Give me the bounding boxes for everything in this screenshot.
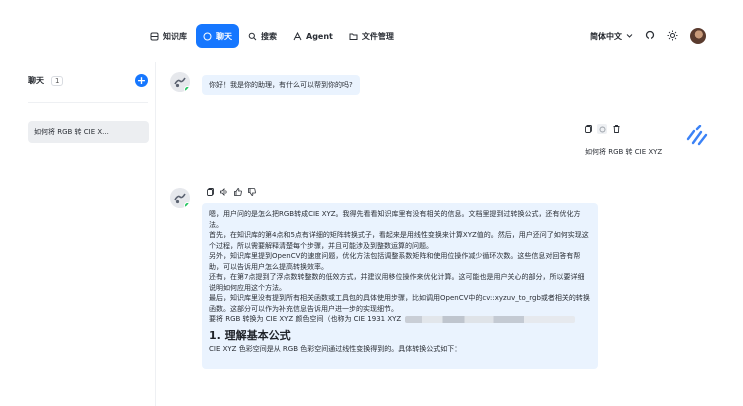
chat-sidebar: 聊天 1 + 如何将 RGB 转 CIE X... <box>0 62 156 406</box>
assistant-avatar <box>170 188 190 208</box>
theme-toggle-sun-icon[interactable] <box>667 30 678 43</box>
thumbs-down-icon[interactable] <box>247 187 257 197</box>
answer-paragraph: 另外，知识库里提到OpenCV的速度问题，优化方法包括调整系数矩阵和使用位操作减… <box>209 252 581 271</box>
thumbs-up-icon[interactable] <box>233 187 243 197</box>
copy-icon[interactable] <box>583 124 593 134</box>
answer-paragraph: 嗯，用户问的是怎么把RGB转成CIE XYZ。我得先看看知识库里有没有相关的信息… <box>209 210 581 229</box>
header-tools: 简体中文 <box>590 28 706 44</box>
assistant-greeting-message: 你好！我是你的助理，有什么可以帮到你的吗? <box>202 75 360 95</box>
agent-icon <box>293 31 302 41</box>
tab-search[interactable]: 搜索 <box>241 24 284 48</box>
answer-intro-line: 要将 RGB 转换为 CIE XYZ 颜色空间（也称为 CIE 1931 XYZ <box>209 314 591 325</box>
user-message-text: 如何将 RGB 转 CIE XYZ <box>585 148 663 156</box>
database-icon <box>150 32 159 41</box>
tab-label: 聊天 <box>216 31 232 41</box>
delete-icon[interactable] <box>611 124 621 134</box>
tab-label: 文件管理 <box>361 31 394 41</box>
online-status-dot <box>184 202 190 208</box>
tab-label: 搜索 <box>261 31 277 41</box>
github-icon[interactable] <box>645 30 655 42</box>
tab-label: 知识库 <box>163 31 187 41</box>
sidebar-header: 聊天 1 <box>28 75 64 86</box>
copy-icon[interactable] <box>205 187 215 197</box>
conversation-count-badge: 1 <box>51 75 64 86</box>
language-selector[interactable]: 简体中文 <box>590 31 633 42</box>
tab-agent[interactable]: Agent <box>286 24 340 48</box>
sidebar-item-conversation[interactable]: 如何将 RGB 转 CIE X... <box>28 121 149 143</box>
plus-icon: + <box>136 74 147 87</box>
tab-label: Agent <box>306 31 333 41</box>
answer-intro-text: 要将 RGB 转换为 CIE XYZ 颜色空间（也称为 CIE 1931 XYZ <box>209 315 402 323</box>
top-navigation: 知识库 聊天 搜索 Agent 文件管理 简体中文 <box>0 20 743 52</box>
search-icon <box>248 32 257 41</box>
user-avatar[interactable] <box>690 28 706 44</box>
assistant-avatar <box>170 72 190 92</box>
regenerate-icon[interactable] <box>597 124 607 134</box>
sidebar-title: 聊天 <box>28 76 44 85</box>
tab-chat[interactable]: 聊天 <box>196 24 239 48</box>
assistant-answer-message: 嗯，用户问的是怎么把RGB转成CIE XYZ。我得先看看知识库里有没有相关的信息… <box>202 203 598 369</box>
folder-icon <box>349 32 358 41</box>
online-status-dot <box>184 86 190 92</box>
chevron-down-icon <box>626 32 633 41</box>
assistant-message-actions <box>205 187 257 197</box>
chat-icon <box>203 32 212 41</box>
user-logo-icon <box>685 124 709 151</box>
redacted-text-strip <box>405 315 576 323</box>
tab-file-management[interactable]: 文件管理 <box>342 24 401 48</box>
answer-paragraph: 最后，知识库里没有提到所有相关函数或工具包的具体使用步骤，比如调用OpenCV中… <box>209 294 590 313</box>
answer-paragraph: 还有，在第7点提到了浮点数转整数的低效方式，并建议用移位操作来优化计算。这可能也… <box>209 273 585 292</box>
language-label: 简体中文 <box>590 31 622 41</box>
answer-paragraph: 首先，在知识库的第4点和5点有详细的矩阵转换式子，看起来是用线性变换来计算XYZ… <box>209 231 589 250</box>
answer-formula-line: CIE XYZ 色彩空间是从 RGB 色彩空间通过线性变换得到的。具体转换公式如… <box>209 344 462 353</box>
nav-tabs: 知识库 聊天 搜索 Agent 文件管理 <box>143 24 401 48</box>
user-message-actions <box>583 124 621 134</box>
tab-knowledge-base[interactable]: 知识库 <box>143 24 194 48</box>
speaker-icon[interactable] <box>219 187 229 197</box>
sidebar-divider <box>28 102 148 103</box>
new-chat-button[interactable]: + <box>135 74 148 87</box>
answer-heading: 1. 理解基本公式 <box>209 328 291 342</box>
